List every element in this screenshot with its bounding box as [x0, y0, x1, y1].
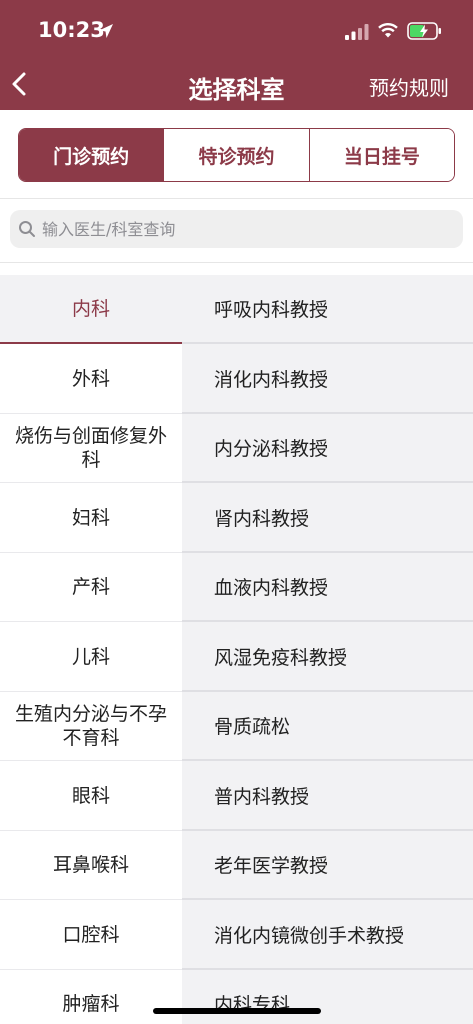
- clinic-item[interactable]: 风湿免疫科教授: [182, 623, 473, 692]
- divider: [0, 198, 473, 199]
- department-item[interactable]: 妇科: [0, 483, 182, 553]
- location-arrow-icon: [99, 24, 113, 38]
- department-item[interactable]: 烧伤与创面修复外科: [0, 414, 182, 483]
- search-icon: [19, 221, 35, 237]
- department-item[interactable]: 产科: [0, 553, 182, 622]
- department-item[interactable]: 生殖内分泌与不孕不育科: [0, 692, 182, 761]
- divider: [0, 262, 473, 263]
- clinic-item[interactable]: 消化内镜微创手术教授: [182, 901, 473, 970]
- signal-icon: [345, 24, 369, 40]
- tab-special-clinic[interactable]: 特诊预约: [163, 129, 309, 181]
- department-item[interactable]: 儿科: [0, 622, 182, 692]
- department-item[interactable]: 口腔科: [0, 900, 182, 970]
- tab-outpatient[interactable]: 门诊预约: [19, 129, 164, 181]
- department-item[interactable]: 眼科: [0, 761, 182, 831]
- department-item[interactable]: 耳鼻喉科: [0, 831, 182, 900]
- department-item[interactable]: 外科: [0, 344, 182, 414]
- clinic-list: 呼吸内科教授 消化内科教授 内分泌科教授 肾内科教授 血液内科教授 风湿免疫科教…: [182, 275, 473, 1024]
- appointment-rules-link[interactable]: 预约规则: [369, 72, 449, 101]
- clinic-item[interactable]: 血液内科教授: [182, 553, 473, 622]
- clinic-item[interactable]: 消化内科教授: [182, 345, 473, 414]
- clinic-item[interactable]: 普内科教授: [182, 762, 473, 831]
- tab-same-day[interactable]: 当日挂号: [308, 129, 454, 181]
- clinic-item[interactable]: 肾内科教授: [182, 484, 473, 553]
- clinic-item[interactable]: 呼吸内科教授: [182, 275, 473, 344]
- status-time: 10:23: [38, 18, 105, 42]
- department-item[interactable]: 肿瘤科: [0, 970, 182, 1024]
- department-list: 内科 外科 烧伤与创面修复外科 妇科 产科 儿科 生殖内分泌与不孕不育科 眼科 …: [0, 275, 182, 1024]
- clinic-item[interactable]: 骨质疏松: [182, 692, 473, 761]
- header: 10:23 选择科室 预约规则: [0, 0, 473, 110]
- department-item-internal-medicine[interactable]: 内科: [0, 275, 182, 344]
- clinic-item[interactable]: 内科专科: [182, 970, 473, 1024]
- home-indicator[interactable]: [153, 1008, 321, 1014]
- nav-bar: 选择科室 预约规则: [0, 60, 473, 110]
- battery-charging-icon: [407, 22, 441, 40]
- appointment-type-tabs: 门诊预约 特诊预约 当日挂号: [18, 128, 455, 182]
- search-bar: [10, 210, 463, 248]
- wifi-icon: [378, 23, 398, 38]
- search-input[interactable]: [42, 210, 452, 248]
- clinic-item[interactable]: 内分泌科教授: [182, 414, 473, 483]
- clinic-item[interactable]: 老年医学教授: [182, 831, 473, 900]
- status-bar: 10:23: [0, 0, 473, 60]
